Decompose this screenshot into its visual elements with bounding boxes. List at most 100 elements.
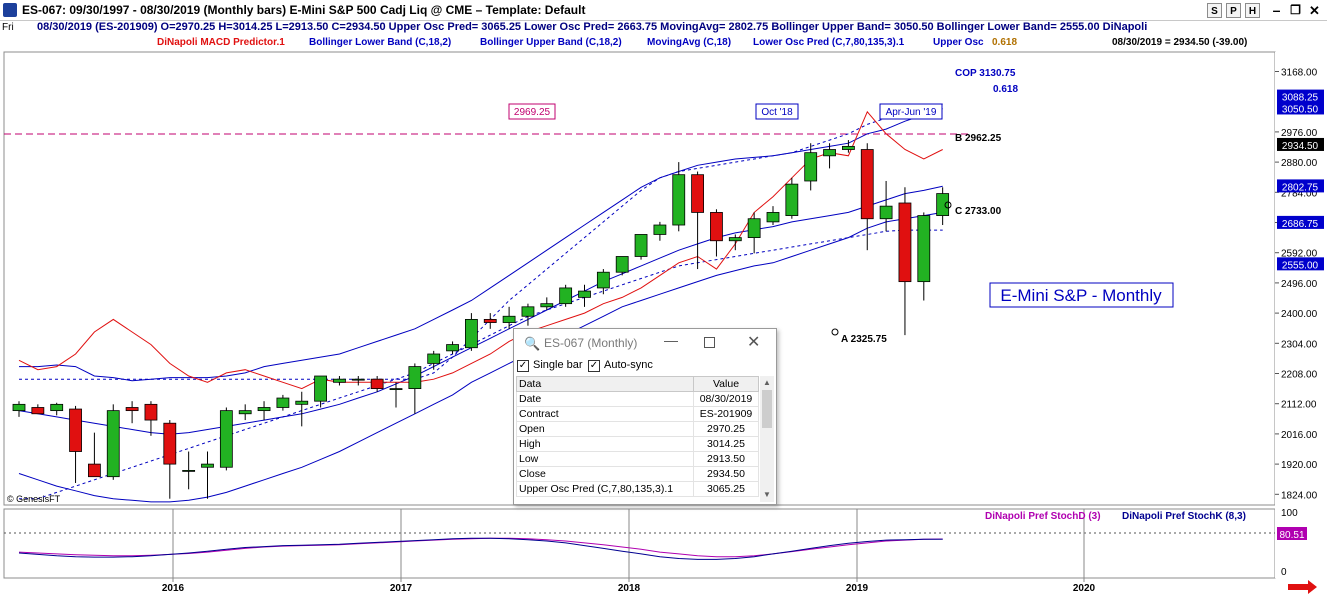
candle-body[interactable] <box>521 306 535 317</box>
candle-body[interactable] <box>144 403 158 421</box>
candle-body[interactable] <box>389 388 403 391</box>
indicator-legend: DiNapoli MACD Predictor.1 Bollinger Lowe… <box>0 37 1327 50</box>
candle-body[interactable] <box>370 378 384 390</box>
price-tick-label: 2400.00 <box>1281 309 1318 320</box>
scroll-up-icon[interactable]: ▲ <box>763 378 771 387</box>
legend-macd[interactable]: DiNapoli MACD Predictor.1 <box>157 37 285 48</box>
legend-fib-tag: 0.618 <box>992 37 1018 48</box>
time-label: 2017 <box>390 583 413 594</box>
candle-body[interactable] <box>182 469 196 472</box>
popup-options: ✓ Single bar ✓ Auto-sync <box>514 357 776 375</box>
candle-body[interactable] <box>823 149 836 157</box>
price-tick-label: 2976.00 <box>1281 128 1318 139</box>
candle-body[interactable] <box>898 202 912 283</box>
magnifier-icon: 🔍 <box>524 336 541 351</box>
column-header-value[interactable]: Value <box>693 376 759 392</box>
column-header-data[interactable]: Data <box>516 376 694 392</box>
candle-body[interactable] <box>559 287 573 305</box>
legend-bb-lower[interactable]: Bollinger Lower Band (C,18,2) <box>309 37 451 48</box>
candle-body[interactable] <box>483 318 497 323</box>
candle-body[interactable] <box>653 224 667 235</box>
candle-body[interactable] <box>12 403 26 412</box>
time-label: 2020 <box>1073 583 1096 594</box>
chart-title: E-Mini S&P - Monthly <box>1000 286 1162 305</box>
candle-body[interactable] <box>917 215 931 283</box>
candle-body[interactable] <box>766 212 780 223</box>
candle-body[interactable] <box>842 145 855 150</box>
window-title: ES-067: 09/30/1997 - 08/30/2019 (Monthly… <box>22 3 586 17</box>
anno-2969: 2969.25 <box>514 107 551 118</box>
price-tick-label: 2208.00 <box>1281 370 1318 381</box>
restore-icon[interactable]: ❐ <box>1288 3 1303 18</box>
candle-body[interactable] <box>634 234 648 257</box>
candle-body[interactable] <box>351 378 365 381</box>
candle-body[interactable] <box>50 403 64 412</box>
candle-body[interactable] <box>257 407 271 412</box>
scroll-down-icon[interactable]: ▼ <box>763 490 771 499</box>
candle-body[interactable] <box>596 271 610 289</box>
minimize-icon[interactable]: – <box>1269 3 1284 18</box>
stoch-d-legend: DiNapoli Pref StochD (3) <box>985 511 1101 522</box>
candle-body[interactable] <box>540 303 554 308</box>
popup-titlebar[interactable]: 🔍 ES-067 (Monthly) — ✕ <box>514 329 776 357</box>
candle-body[interactable] <box>804 152 818 182</box>
row-label: Low <box>516 451 694 467</box>
candle-body[interactable] <box>238 410 252 415</box>
candle-body[interactable] <box>163 422 177 465</box>
candle-body[interactable] <box>276 397 290 408</box>
candle-body[interactable] <box>502 315 516 323</box>
copyright-label: © GenesisFT <box>7 494 61 504</box>
legend-bb-upper[interactable]: Bollinger Upper Band (C,18,2) <box>480 37 622 48</box>
candle-body[interactable] <box>879 205 893 220</box>
candle-body[interactable] <box>691 174 704 213</box>
h-button[interactable]: H <box>1245 3 1260 18</box>
anno-fib: 0.618 <box>993 84 1018 95</box>
candle-body[interactable] <box>427 353 441 364</box>
auto-sync-checkbox[interactable]: ✓ <box>588 360 600 372</box>
legend-moving-avg[interactable]: MovingAvg (C,18) <box>647 37 731 48</box>
candle-body[interactable] <box>201 463 214 468</box>
candle-body[interactable] <box>672 174 686 226</box>
candle-body[interactable] <box>333 378 346 383</box>
popup-close-icon[interactable]: ✕ <box>747 332 760 352</box>
price-tick-label: 2496.00 <box>1281 279 1318 290</box>
popup-minimize-icon[interactable]: — <box>664 332 678 348</box>
p-button[interactable]: P <box>1226 3 1241 18</box>
legend-upper-osc[interactable]: Upper Osc <box>933 37 984 48</box>
row-label: High <box>516 436 694 452</box>
candle-body[interactable] <box>936 193 950 216</box>
s-button[interactable]: S <box>1207 3 1222 18</box>
candle-body[interactable] <box>464 318 478 349</box>
row-value: 2913.50 <box>693 451 759 467</box>
candle-body[interactable] <box>408 366 422 390</box>
price-label: 3050.50 <box>1282 104 1319 115</box>
candle-body[interactable] <box>219 410 233 468</box>
candle-body[interactable] <box>31 407 45 415</box>
candle-body[interactable] <box>747 218 761 239</box>
price-chart[interactable]: 2969.25 Oct '18 Apr-Jun '19 COP 3130.75 0.61… <box>0 0 1327 596</box>
candle-body[interactable] <box>314 375 328 402</box>
candle-body[interactable] <box>125 407 139 412</box>
candle-body[interactable] <box>69 408 82 452</box>
candle-body[interactable] <box>446 344 459 352</box>
candle-body[interactable] <box>710 212 723 242</box>
data-window-popup[interactable]: 🔍 ES-067 (Monthly) — ✕ ✓ Single bar ✓ Au… <box>513 328 777 505</box>
candle-body[interactable] <box>860 149 874 220</box>
candle-body[interactable] <box>785 183 799 216</box>
single-bar-checkbox[interactable]: ✓ <box>517 360 529 372</box>
popup-scrollbar[interactable]: ▲ ▼ <box>760 376 774 502</box>
popup-maximize-icon[interactable] <box>704 337 715 348</box>
candle-body[interactable] <box>106 410 120 478</box>
row-label: Close <box>516 466 694 482</box>
time-label: 2018 <box>618 583 641 594</box>
row-value: 08/30/2019 <box>693 391 759 407</box>
candle-body[interactable] <box>615 256 629 273</box>
candle-body[interactable] <box>295 400 309 405</box>
candle-body[interactable] <box>728 237 742 242</box>
legend-lower-osc[interactable]: Lower Osc Pred (C,7,80,135,3).1 <box>753 37 904 48</box>
candle-body[interactable] <box>88 463 101 478</box>
scroll-thumb[interactable] <box>762 390 772 428</box>
scroll-right-arrow-icon[interactable] <box>1288 580 1317 594</box>
candle-body[interactable] <box>578 290 591 298</box>
close-icon[interactable]: ✕ <box>1307 3 1322 18</box>
